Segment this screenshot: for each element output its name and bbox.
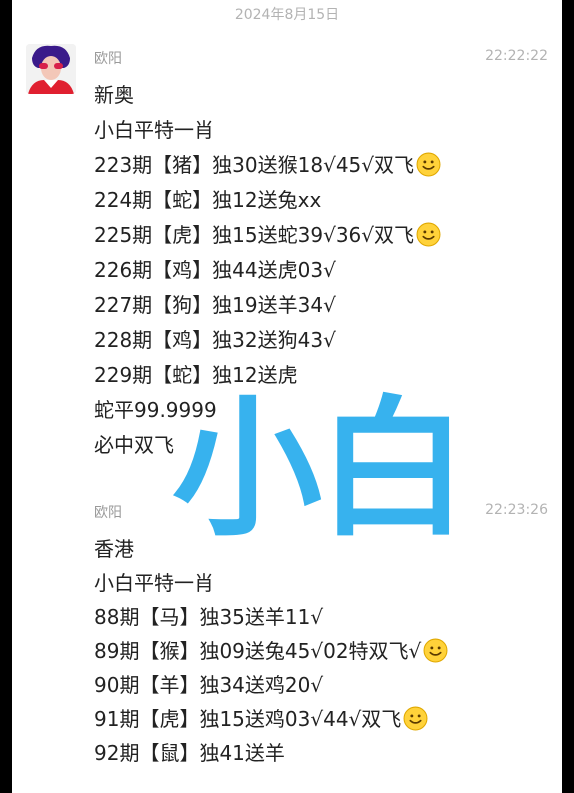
message-line: 小白平特一肖 [94, 113, 441, 148]
avatar[interactable] [26, 44, 76, 94]
sender-name: 欧阳 [94, 505, 122, 521]
line-text: 224期【蛇】独12送兔xx [94, 188, 322, 212]
message-line: 224期【蛇】独12送兔xx [94, 183, 441, 218]
message-line: 91期【虎】独15送鸡03√44√双飞 [94, 702, 448, 736]
watermark-text: 小白 [172, 383, 468, 557]
date-divider: 2024年8月15日 [234, 7, 340, 23]
message-body: 香港 小白平特一肖 88期【马】独35送羊11√ 89期【猴】独09送兔45√0… [94, 532, 448, 770]
smile-emoji-icon [403, 706, 428, 731]
message-time: 22:23:26 [485, 502, 548, 518]
smile-emoji-icon [416, 222, 441, 247]
line-text: 227期【狗】独19送羊34√ [94, 293, 336, 317]
message-line: 225期【虎】独15送蛇39√36√双飞 [94, 218, 441, 253]
line-text: 88期【马】独35送羊11√ [94, 605, 324, 629]
message-line: 223期【猪】独30送猴18√45√双飞 [94, 148, 441, 183]
message-line: 88期【马】独35送羊11√ [94, 600, 448, 634]
smile-emoji-icon [416, 152, 441, 177]
message-line: 228期【鸡】独32送狗43√ [94, 323, 441, 358]
message-line: 90期【羊】独34送鸡20√ [94, 668, 448, 702]
chat-view: 2024年8月15日 欧阳 22:22:22 新奥 小白平特一肖 223期【猪】… [12, 0, 562, 793]
line-text: 226期【鸡】独44送虎03√ [94, 258, 336, 282]
message-line: 226期【鸡】独44送虎03√ [94, 253, 441, 288]
line-text: 小白平特一肖 [94, 118, 214, 142]
message-line: 小白平特一肖 [94, 566, 448, 600]
line-text: 新奥 [94, 83, 134, 107]
line-text: 小白平特一肖 [94, 571, 214, 595]
smile-emoji-icon [423, 638, 448, 663]
message-line: 新奥 [94, 78, 441, 113]
line-text: 225期【虎】独15送蛇39√36√双飞 [94, 223, 415, 247]
line-text: 228期【鸡】独32送狗43√ [94, 328, 336, 352]
sender-name: 欧阳 [94, 51, 122, 67]
line-text: 223期【猪】独30送猴18√45√双飞 [94, 153, 415, 177]
line-text: 91期【虎】独15送鸡03√44√双飞 [94, 707, 402, 731]
line-text: 89期【猴】独09送兔45√02特双飞√ [94, 639, 422, 663]
line-text: 92期【鼠】独41送羊 [94, 741, 285, 765]
message-line: 92期【鼠】独41送羊 [94, 736, 448, 770]
line-text: 90期【羊】独34送鸡20√ [94, 673, 324, 697]
message-line: 89期【猴】独09送兔45√02特双飞√ [94, 634, 448, 668]
line-text: 香港 [94, 537, 134, 561]
message-time: 22:22:22 [485, 48, 548, 64]
message-line: 227期【狗】独19送羊34√ [94, 288, 441, 323]
line-text: 必中双飞 [94, 433, 174, 457]
